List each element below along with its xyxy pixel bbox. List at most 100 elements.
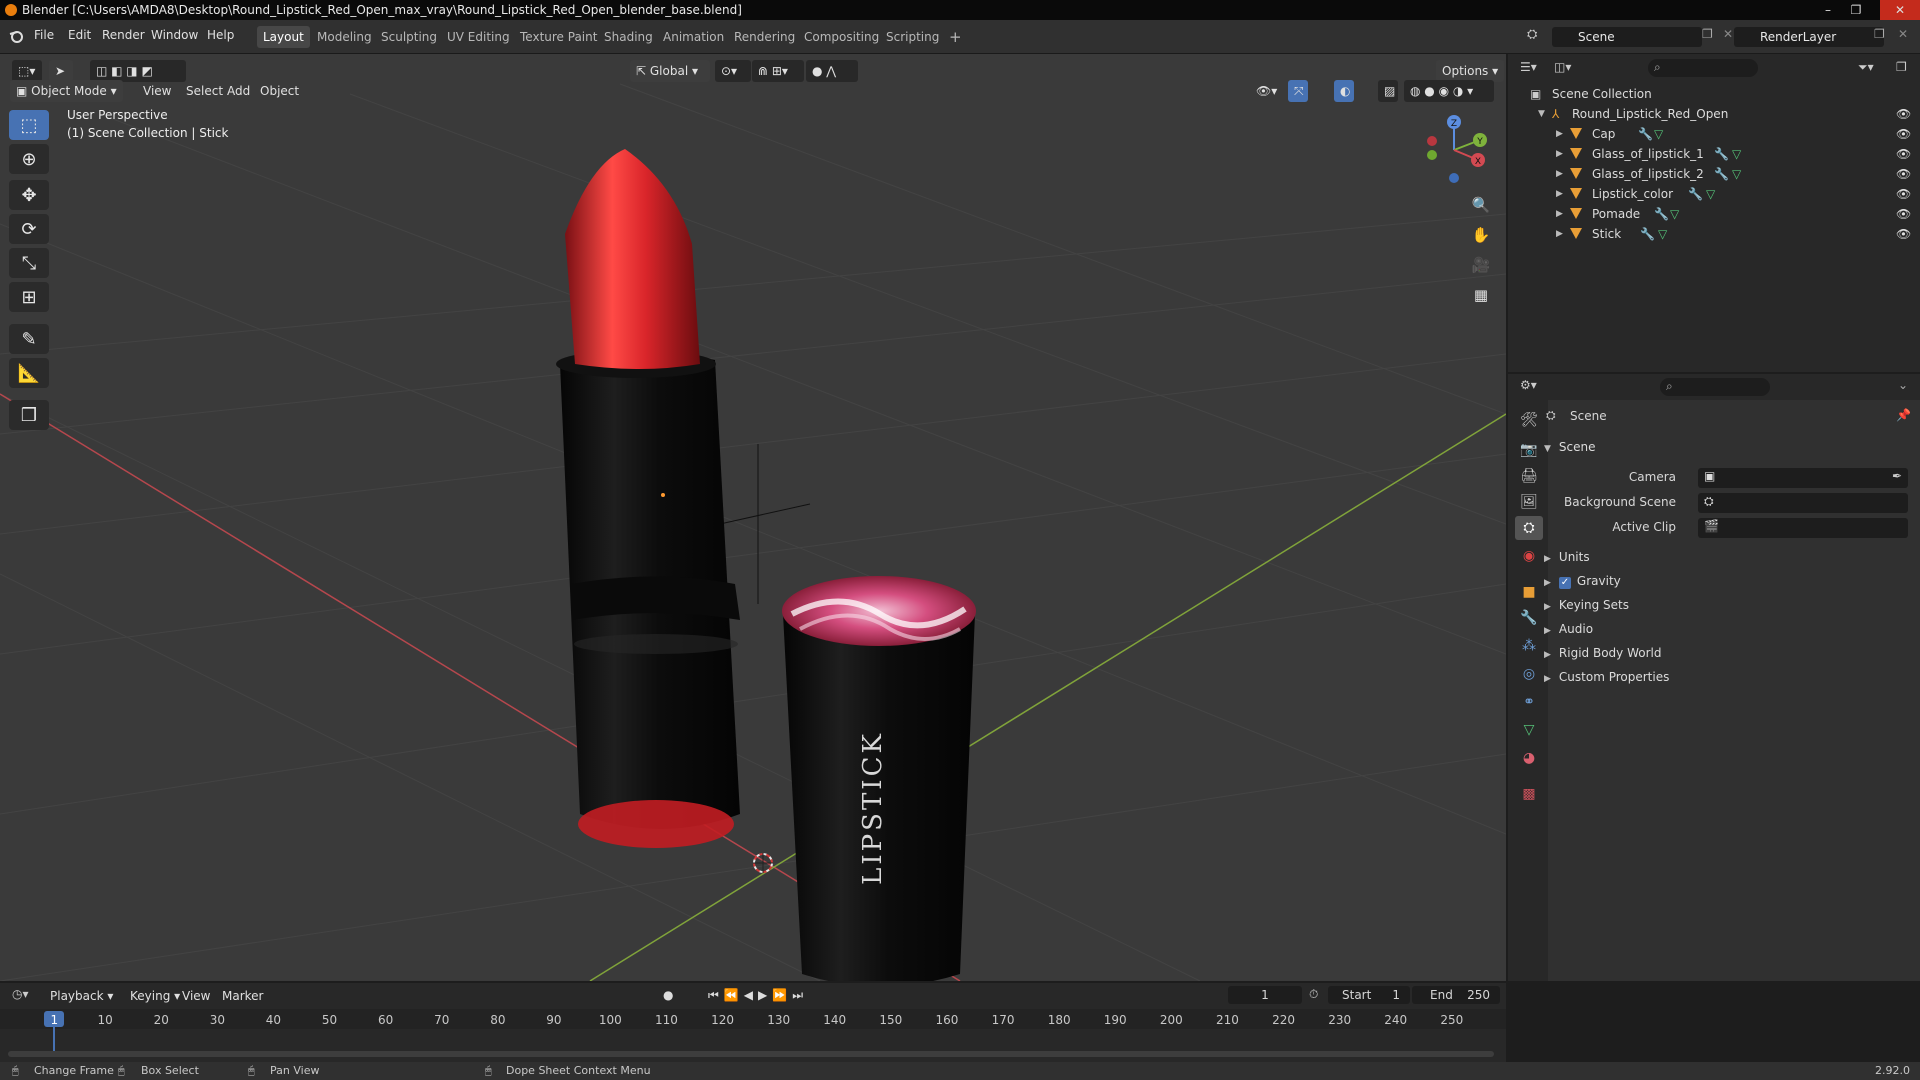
- tab-uv-editing[interactable]: UV Editing: [441, 26, 516, 48]
- add-cube-tool[interactable]: ❒: [9, 400, 49, 430]
- stopwatch-icon[interactable]: ⏱: [1309, 987, 1318, 1002]
- tab-particles[interactable]: ⁂: [1515, 634, 1543, 658]
- section-audio[interactable]: ▶ Audio: [1544, 622, 1593, 636]
- tab-material[interactable]: ◕: [1515, 746, 1543, 770]
- timeline-menu-playback[interactable]: Playback ▾: [44, 985, 119, 1007]
- expand-arrow-icon[interactable]: ▶: [1556, 204, 1563, 224]
- jump-start-icon[interactable]: ⏮: [708, 988, 724, 1002]
- start-frame-field[interactable]: Start 1: [1328, 986, 1410, 1004]
- timeline-scrollbar[interactable]: [8, 1051, 1494, 1057]
- section-keying-sets[interactable]: ▶ Keying Sets: [1544, 598, 1629, 612]
- tab-view-layer[interactable]: 🖼: [1515, 490, 1543, 514]
- outliner-row-glass-1[interactable]: ▶ Glass_of_lipstick_1 🔧 ▽ 👁: [1508, 144, 1920, 164]
- minimize-button[interactable]: –: [1814, 0, 1842, 20]
- expand-arrow-icon[interactable]: ▶: [1556, 184, 1563, 204]
- menu-edit[interactable]: Edit: [68, 28, 91, 42]
- move-tool[interactable]: ✥: [9, 180, 49, 210]
- tab-tool[interactable]: 🛠: [1515, 408, 1543, 432]
- tab-sculpting[interactable]: Sculpting: [375, 26, 443, 48]
- add-workspace-button[interactable]: +: [943, 26, 968, 48]
- pin-icon[interactable]: 📌: [1896, 408, 1911, 422]
- outliner-panel[interactable]: ☰▾ ◫▾ ⌕ ⏷▾ ❐ ▣ Scene Collection ▼ ⅄ Roun…: [1508, 54, 1920, 372]
- pan-button[interactable]: ✋: [1468, 222, 1494, 248]
- eye-icon[interactable]: 👁: [1896, 124, 1911, 144]
- viewport-menu-add[interactable]: Add: [221, 80, 256, 102]
- expand-arrow-icon[interactable]: ▼: [1538, 104, 1545, 124]
- gravity-checkbox[interactable]: ✓: [1558, 577, 1571, 589]
- new-collection-icon[interactable]: ❐: [1896, 60, 1907, 74]
- properties-editor-type-icon[interactable]: ⚙▾: [1520, 378, 1537, 392]
- section-custom-properties[interactable]: ▶ Custom Properties: [1544, 670, 1669, 684]
- overlays-toggle[interactable]: ◐: [1334, 80, 1354, 102]
- active-clip-field[interactable]: 🎬: [1698, 518, 1908, 538]
- navigation-gizmo[interactable]: Z Y X: [1418, 108, 1498, 188]
- zoom-button[interactable]: 🔍: [1468, 192, 1494, 218]
- tab-scripting[interactable]: Scripting: [880, 26, 945, 48]
- gizmo-toggle[interactable]: ⤧: [1288, 80, 1308, 102]
- outliner-search-input[interactable]: ⌕: [1648, 59, 1758, 77]
- menu-file[interactable]: File: [34, 28, 54, 42]
- eye-icon[interactable]: 👁: [1896, 204, 1911, 224]
- filter-icon[interactable]: ⏷▾: [1858, 60, 1874, 75]
- camera-field[interactable]: ▣ ✒: [1698, 468, 1908, 488]
- play-reverse-icon[interactable]: ◀: [744, 988, 758, 1002]
- selection-mode-buttons[interactable]: ◫ ◧ ◨ ◩: [90, 60, 186, 82]
- proportional-editing-controls[interactable]: ● ⋀: [806, 60, 858, 82]
- outliner-row-cap[interactable]: ▶ Cap 🔧 ▽ 👁: [1508, 124, 1920, 144]
- measure-tool[interactable]: 📐: [9, 358, 49, 388]
- timeline-menu-marker[interactable]: Marker: [216, 985, 269, 1007]
- perspective-toggle-button[interactable]: ▦: [1468, 282, 1494, 308]
- menu-render[interactable]: Render: [102, 28, 145, 42]
- section-scene-header[interactable]: ▼ Scene: [1544, 440, 1596, 454]
- current-frame-field[interactable]: 1: [1228, 986, 1302, 1004]
- 3d-viewport[interactable]: LIPSTICK ⬚▾ ➤ ◫ ◧ ◨ ◩ ⇱ Global ▾ ⊙▾ ⋒ ⊞▾…: [0, 54, 1506, 981]
- outliner-row-scene-collection[interactable]: ▣ Scene Collection: [1508, 84, 1920, 104]
- object-mode-dropdown[interactable]: ▣ Object Mode ▾: [10, 80, 123, 102]
- eye-icon[interactable]: 👁: [1896, 184, 1911, 204]
- tab-object[interactable]: ■: [1515, 580, 1543, 604]
- transform-orientation-dropdown[interactable]: ⇱ Global ▾: [630, 60, 710, 82]
- tab-physics[interactable]: ◎: [1515, 662, 1543, 686]
- scene-icon[interactable]: ⛭: [1527, 27, 1537, 42]
- pivot-point-dropdown[interactable]: ⊙▾: [715, 60, 751, 82]
- background-scene-field[interactable]: ⛭: [1698, 493, 1908, 513]
- options-dropdown[interactable]: Options ▾: [1436, 60, 1505, 82]
- prev-keyframe-icon[interactable]: ⏪: [724, 988, 744, 1002]
- properties-panel[interactable]: ⚙▾ ⌕ ⌄ 🛠 📷 🖨 🖼 ⛭ ◉ ■ 🔧 ⁂ ◎ ⚭ ▽ ◕ ▩ ⛭ Sce…: [1508, 374, 1920, 981]
- view-layer-selector[interactable]: RenderLayer: [1734, 27, 1884, 47]
- transform-tool[interactable]: ⊞: [9, 282, 49, 312]
- maximize-button[interactable]: ❐: [1842, 0, 1870, 20]
- tab-constraints[interactable]: ⚭: [1515, 690, 1543, 714]
- tab-layout[interactable]: Layout: [257, 26, 310, 48]
- section-units[interactable]: ▶ Units: [1544, 550, 1590, 564]
- outliner-row-pomade[interactable]: ▶ Pomade 🔧 ▽ 👁: [1508, 204, 1920, 224]
- play-icon[interactable]: ▶: [758, 988, 772, 1002]
- expand-arrow-icon[interactable]: ▶: [1556, 224, 1563, 244]
- delete-scene-icon[interactable]: ✕: [1723, 27, 1733, 41]
- close-button[interactable]: ✕: [1880, 0, 1920, 20]
- editor-type-button[interactable]: ⬚▾: [12, 60, 42, 82]
- eye-icon[interactable]: 👁: [1896, 104, 1911, 124]
- jump-end-icon[interactable]: ⏭: [792, 988, 808, 1002]
- delete-view-layer-icon[interactable]: ✕: [1898, 27, 1908, 41]
- tab-data[interactable]: ▽: [1515, 718, 1543, 742]
- timeline-editor-type-icon[interactable]: ◷▾: [12, 987, 29, 1001]
- tab-modeling[interactable]: Modeling: [311, 26, 378, 48]
- tab-shading[interactable]: Shading: [598, 26, 659, 48]
- select-tool-button[interactable]: ➤: [49, 60, 73, 82]
- next-keyframe-icon[interactable]: ⏩: [772, 988, 792, 1002]
- eye-icon[interactable]: 👁: [1896, 224, 1911, 244]
- tab-texture-paint[interactable]: Texture Paint: [514, 26, 603, 48]
- section-rigid-body-world[interactable]: ▶ Rigid Body World: [1544, 646, 1661, 660]
- timeline-menu-view[interactable]: View: [176, 985, 216, 1007]
- record-button[interactable]: ●: [663, 988, 673, 1002]
- camera-view-button[interactable]: 🎥: [1468, 252, 1494, 278]
- outliner-row-stick[interactable]: ▶ Stick 🔧 ▽ 👁: [1508, 224, 1920, 244]
- rotate-tool[interactable]: ⟳: [9, 214, 49, 244]
- eye-icon[interactable]: 👁: [1896, 144, 1911, 164]
- scale-tool[interactable]: ⤡: [9, 248, 49, 278]
- display-mode-icon[interactable]: ◫▾: [1554, 60, 1571, 74]
- eye-icon[interactable]: 👁: [1896, 164, 1911, 184]
- new-scene-icon[interactable]: ❐: [1702, 27, 1713, 41]
- eyedropper-icon[interactable]: ✒: [1892, 469, 1902, 483]
